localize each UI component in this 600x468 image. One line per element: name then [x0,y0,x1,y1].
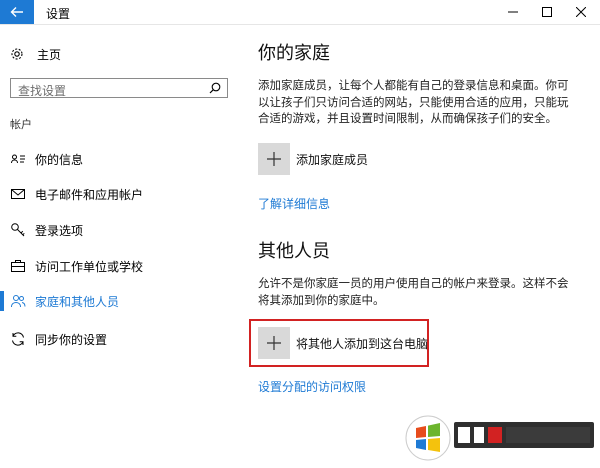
active-indicator [0,291,4,311]
plus-icon [267,336,281,350]
mail-icon [11,189,25,199]
search-icon [209,82,221,94]
watermark-logo [404,412,596,464]
maximize-button[interactable] [530,0,564,24]
back-button[interactable] [0,0,34,24]
search-placeholder: 查找设置 [18,84,67,98]
learn-more-link[interactable]: 了解详细信息 [258,195,330,212]
add-box [258,327,290,359]
briefcase-icon [11,260,25,272]
maximize-icon [542,7,552,17]
sidebar-item-label: 访问工作单位或学校 [35,260,144,274]
sidebar-item-work-school[interactable]: 访问工作单位或学校 [0,254,236,278]
minimize-button[interactable] [496,0,530,24]
family-description: 添加家庭成员，让每个人都能有自己的登录信息和桌面。你可以让孩子们只访问合适的网站… [258,78,569,125]
close-button[interactable] [564,0,598,24]
family-heading: 你的家庭 [258,43,330,64]
title-bar: 设置 [0,0,600,25]
sidebar: 主页 查找设置 帐户 你的信息 电子邮件和应用帐户 登录选项 访问工作单位或学校… [0,25,236,467]
add-box [258,143,290,175]
key-icon [11,223,25,237]
sidebar-item-sync-settings[interactable]: 同步你的设置 [0,327,236,351]
add-other-person-label: 将其他人添加到这台电脑 [296,337,429,351]
sidebar-item-label: 同步你的设置 [35,333,108,347]
sync-icon [12,332,24,346]
window-title: 设置 [46,7,71,21]
sidebar-item-your-info[interactable]: 你的信息 [0,147,236,171]
people-icon [11,295,26,308]
person-card-icon [11,154,25,164]
add-family-member-button[interactable]: 添加家庭成员 [258,143,558,175]
sidebar-item-label: 登录选项 [35,224,84,238]
sidebar-item-label: 你的信息 [35,153,84,167]
add-family-member-label: 添加家庭成员 [296,153,369,167]
home-label: 主页 [37,48,62,62]
minimize-icon [508,11,518,13]
back-arrow-icon [10,7,23,17]
other-people-heading: 其他人员 [258,241,330,262]
plus-icon [267,152,281,166]
sidebar-item-family-other-people[interactable]: 家庭和其他人员 [0,289,236,313]
assigned-access-link[interactable]: 设置分配的访问权限 [258,378,366,395]
sidebar-item-email-accounts[interactable]: 电子邮件和应用帐户 [0,182,236,206]
search-input[interactable]: 查找设置 [10,78,228,98]
other-people-description: 允许不是你家庭一员的用户使用自己的帐户来登录。这样不会将其添加到你的家庭中。 [258,276,569,307]
sidebar-item-label: 家庭和其他人员 [35,295,120,309]
section-heading-accounts: 帐户 [10,118,32,131]
home-link[interactable]: 主页 [10,45,210,65]
sidebar-item-label: 电子邮件和应用帐户 [35,188,144,202]
close-icon [576,7,586,17]
sidebar-item-sign-in-options[interactable]: 登录选项 [0,218,236,242]
add-other-person-button[interactable]: 将其他人添加到这台电脑 [258,327,558,359]
gear-icon [11,48,23,60]
main-content: 你的家庭 添加家庭成员，让每个人都能有自己的登录信息和桌面。你可以让孩子们只访问… [236,25,600,467]
